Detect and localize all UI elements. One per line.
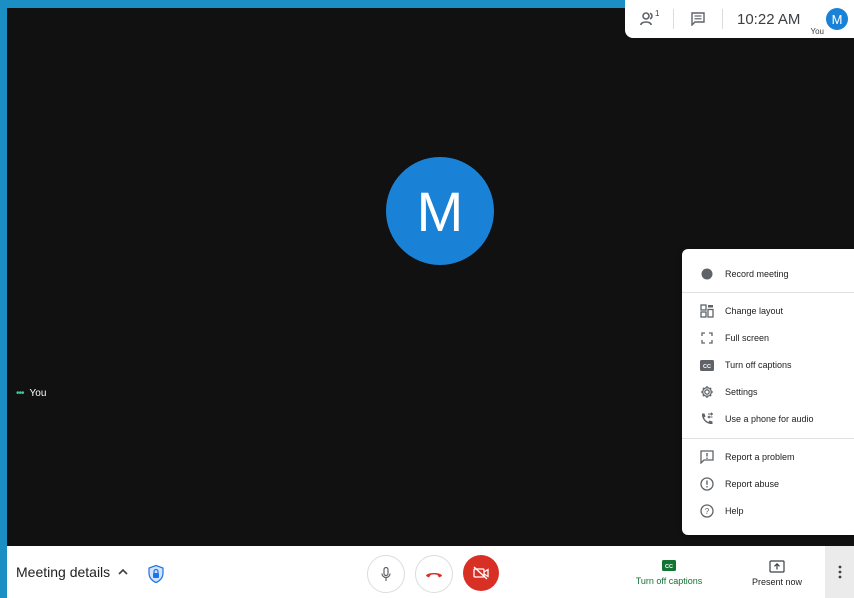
menu-item-label: Report a problem [725,452,795,462]
gear-icon [699,384,715,400]
menu-item-label: Change layout [725,306,784,316]
menu-item-label: Use a phone for audio [725,414,814,424]
present-screen-icon [769,560,785,573]
menu-divider [682,438,854,439]
menu-item-help[interactable]: ? Help [682,498,854,524]
menu-item-label: Settings [725,387,758,397]
menu-item-report-abuse[interactable]: Report abuse [682,471,854,497]
menu-item-report-problem[interactable]: Report a problem [682,444,854,470]
meeting-details-label: Meeting details [16,564,111,580]
clock-time: 10:22 AM [737,10,801,28]
audio-indicator-icon: ••• [16,388,24,399]
menu-item-label: Help [725,506,744,516]
record-icon [699,266,715,282]
menu-divider [682,292,854,293]
participants-button[interactable]: 1 [625,0,673,38]
chevron-up-icon [118,569,128,575]
turn-off-captions-button[interactable]: CC Turn off captions [629,560,709,586]
account-avatar[interactable]: M [826,8,848,30]
self-name: You [29,388,47,399]
menu-item-label: Record meeting [725,269,789,279]
meeting-details-button[interactable]: Meeting details [16,546,128,598]
chat-icon [691,12,705,26]
menu-item-label: Full screen [725,333,770,343]
hang-up-icon [426,572,442,577]
security-shield-icon[interactable] [148,564,164,588]
menu-item-turn-off-captions[interactable]: CC Turn off captions [682,352,854,378]
present-now-button[interactable]: Present now [745,560,809,587]
bottom-control-bar: Meeting details CC Turn off captions Pre… [7,546,854,598]
account-label: You [810,27,825,36]
self-tile-label: ••• You [16,388,46,399]
more-vert-icon [838,565,841,579]
account-avatar-initial: M [831,11,843,27]
svg-text:?: ? [705,507,710,516]
captions-icon: CC [699,357,715,373]
menu-item-label: Report abuse [725,479,780,489]
menu-item-label: Turn off captions [725,360,792,370]
more-options-menu: Record meeting Change layout Full screen… [682,249,854,535]
menu-item-settings[interactable]: Settings [682,379,854,405]
participant-avatar: M [386,157,494,265]
layout-icon [699,303,715,319]
participant-avatar-initial: M [416,179,464,243]
more-options-button[interactable] [825,546,854,598]
microphone-icon [381,566,391,581]
menu-item-record-meeting[interactable]: Record meeting [682,261,854,287]
present-button-label: Present now [751,577,803,587]
captions-button-label: Turn off captions [635,576,703,586]
report-problem-icon [699,449,715,465]
svg-text:CC: CC [703,363,711,369]
alert-icon [699,476,715,492]
menu-item-full-screen[interactable]: Full screen [682,325,854,351]
participants-count: 1 [655,9,660,18]
leave-call-button[interactable] [415,555,453,593]
microphone-button[interactable] [367,555,405,593]
camera-off-icon [473,566,489,580]
menu-item-change-layout[interactable]: Change layout [682,298,854,324]
chat-button[interactable] [674,0,722,38]
camera-button[interactable] [463,555,499,591]
top-info-bar: 1 10:22 AM You M [625,0,854,38]
phone-icon [699,411,715,427]
svg-text:CC: CC [665,564,673,570]
captions-icon: CC [662,560,676,571]
menu-item-phone-audio[interactable]: Use a phone for audio [682,406,854,432]
help-icon: ? [699,503,715,519]
fullscreen-icon [699,330,715,346]
